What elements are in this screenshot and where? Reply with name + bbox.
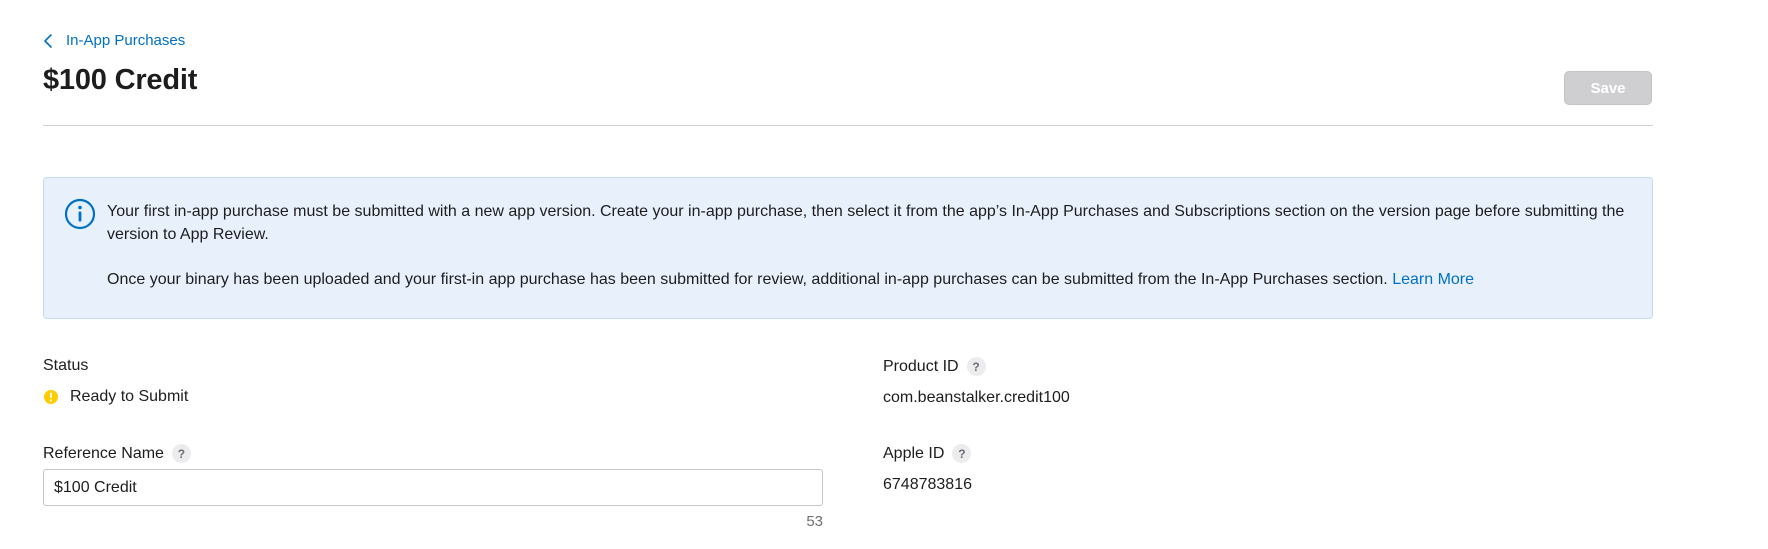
page-title: $100 Credit bbox=[43, 64, 198, 96]
status-label: Status bbox=[43, 357, 88, 375]
apple-id-help-icon[interactable]: ? bbox=[952, 444, 972, 463]
info-banner-paragraph-1: Your first in-app purchase must be submi… bbox=[107, 203, 1625, 243]
learn-more-link[interactable]: Learn More bbox=[1392, 271, 1474, 288]
info-banner-text: Your first in-app purchase must be submi… bbox=[107, 200, 1627, 291]
info-banner: Your first in-app purchase must be submi… bbox=[43, 177, 1653, 319]
reference-name-label-text: Reference Name bbox=[43, 444, 164, 462]
status-warning-icon bbox=[43, 389, 59, 405]
header-divider bbox=[43, 125, 1653, 126]
product-id-label: Product ID ? bbox=[883, 357, 986, 376]
product-id-label-text: Product ID bbox=[883, 357, 959, 375]
breadcrumb[interactable]: In-App Purchases bbox=[44, 32, 185, 49]
save-button[interactable]: Save bbox=[1564, 71, 1652, 105]
status-value: Ready to Submit bbox=[43, 388, 188, 406]
reference-name-help-icon[interactable]: ? bbox=[171, 444, 191, 463]
apple-id-value: 6748783816 bbox=[883, 476, 972, 493]
chevron-left-icon bbox=[44, 33, 52, 48]
product-id-help-icon[interactable]: ? bbox=[966, 357, 986, 376]
reference-name-char-count: 53 bbox=[806, 513, 823, 530]
apple-id-label: Apple ID ? bbox=[883, 444, 972, 463]
product-id-value: com.beanstalker.credit100 bbox=[883, 389, 1070, 406]
apple-id-label-text: Apple ID bbox=[883, 444, 945, 462]
info-circle-icon bbox=[64, 198, 96, 235]
reference-name-input[interactable] bbox=[43, 469, 823, 506]
breadcrumb-link[interactable]: In-App Purchases bbox=[66, 32, 185, 49]
status-label-text: Status bbox=[43, 357, 89, 374]
status-text: Ready to Submit bbox=[70, 388, 189, 405]
info-banner-paragraph-2: Once your binary has been uploaded and y… bbox=[107, 268, 1627, 291]
info-banner-paragraph-2-text: Once your binary has been uploaded and y… bbox=[107, 271, 1388, 288]
reference-name-label: Reference Name ? bbox=[43, 444, 191, 463]
